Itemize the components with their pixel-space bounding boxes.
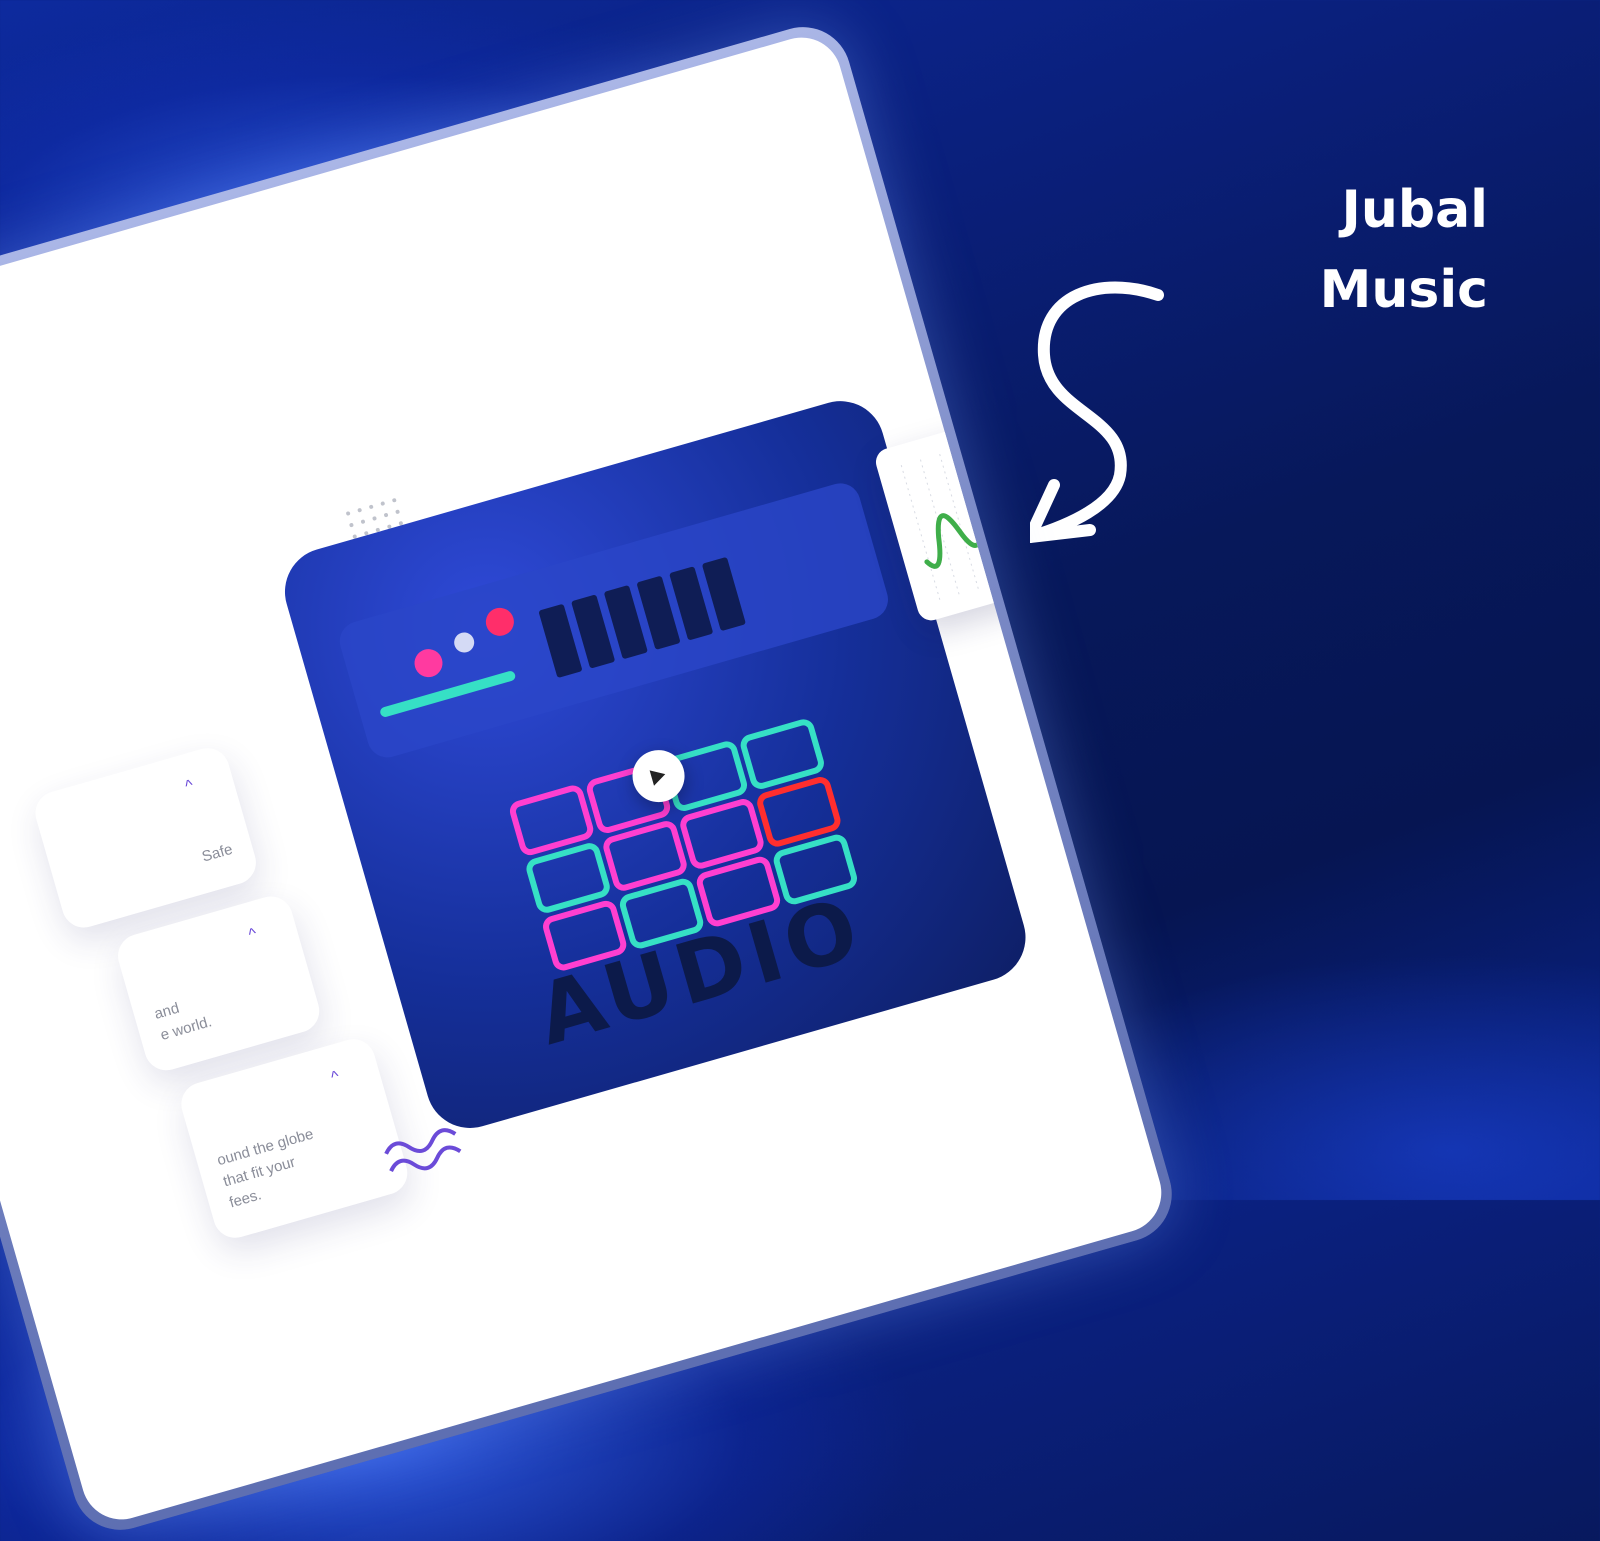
- play-icon: [649, 770, 666, 786]
- feature-card-text: Safe: [200, 840, 235, 866]
- feature-card[interactable]: ^ Safe: [30, 742, 262, 933]
- feature-card[interactable]: ^ and e world.: [112, 891, 325, 1076]
- brand-title-line2: Music: [1319, 260, 1488, 320]
- tablet-frame: ^ Safe ^ and e world. ^ ound the globe t…: [0, 15, 1184, 1541]
- curved-arrow-icon: [1030, 281, 1164, 543]
- brand-title-line1: Jubal: [1341, 180, 1488, 240]
- feature-card-text: ound the globe that fit your fees.: [215, 1125, 316, 1212]
- brand-title: Jubal Music: [1320, 170, 1488, 330]
- chevron-up-icon[interactable]: ^: [183, 775, 196, 798]
- chevron-up-icon[interactable]: ^: [329, 1066, 342, 1089]
- feature-card-text: and e world.: [152, 999, 214, 1045]
- tablet-screen: ^ Safe ^ and e world. ^ ound the globe t…: [0, 28, 1171, 1529]
- chevron-up-icon[interactable]: ^: [246, 923, 259, 946]
